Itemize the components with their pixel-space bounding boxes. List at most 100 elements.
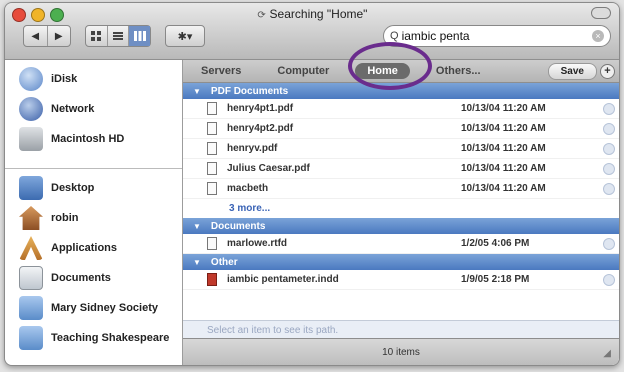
pdf-file-icon	[207, 102, 217, 115]
disclosure-triangle-icon: ▼	[193, 86, 201, 96]
file-date: 10/13/04 11:20 AM	[461, 163, 546, 174]
disclosure-triangle-icon: ▼	[193, 257, 201, 267]
add-criteria-button[interactable]: +	[600, 64, 615, 79]
search-input[interactable]: iambic penta	[402, 29, 470, 43]
idisk-icon	[19, 67, 43, 91]
applications-icon	[19, 236, 43, 260]
toolbar-toggle-button[interactable]	[591, 7, 611, 19]
forward-icon: ▶	[54, 30, 63, 42]
folder-icon	[19, 326, 43, 350]
list-view-icon	[113, 32, 123, 40]
sidebar-item-macintosh-hd[interactable]: Macintosh HD	[5, 124, 182, 154]
disclosure-triangle-icon: ▼	[193, 221, 201, 231]
sidebar-item-label: iDisk	[51, 73, 78, 85]
info-icon[interactable]	[603, 182, 615, 195]
indesign-file-icon	[207, 273, 217, 286]
window-title-wrap: ⟳ Searching "Home"	[5, 7, 619, 21]
file-name: henry4pt1.pdf	[227, 103, 294, 114]
file-date: 10/13/04 11:20 AM	[461, 183, 546, 194]
info-icon[interactable]	[603, 102, 615, 115]
table-row[interactable]: henry4pt2.pdf 10/13/04 11:20 AM	[183, 119, 619, 139]
search-results-pane: Servers Computer Home Others... Save + ▼…	[183, 60, 619, 365]
info-icon[interactable]	[603, 237, 615, 250]
table-row[interactable]: henryv.pdf 10/13/04 11:20 AM	[183, 139, 619, 159]
documents-icon	[19, 266, 43, 290]
scope-computer[interactable]: Computer	[259, 65, 347, 77]
table-row[interactable]: henry4pt1.pdf 10/13/04 11:20 AM	[183, 99, 619, 119]
group-header-other[interactable]: ▼ Other	[183, 254, 619, 270]
progress-spinner-icon: ⟳	[257, 10, 266, 21]
file-name: henryv.pdf	[227, 143, 278, 154]
action-menu-button[interactable]: ✱▾	[165, 25, 205, 47]
sidebar-item-documents[interactable]: Documents	[5, 263, 182, 293]
table-row[interactable]: iambic pentameter.indd 1/9/05 2:18 PM	[183, 270, 619, 290]
pdf-file-icon	[207, 162, 217, 175]
highlight-circle	[348, 42, 432, 90]
save-search-button[interactable]: Save	[547, 63, 597, 80]
group-header-label: PDF Documents	[210, 85, 289, 97]
table-row[interactable]: marlowe.rtfd 1/2/05 4:06 PM	[183, 234, 619, 254]
network-globe-icon	[19, 97, 43, 121]
sidebar: iDisk Network Macintosh HD Desktop robin…	[5, 60, 183, 365]
sidebar-item-teaching-shakespeare[interactable]: Teaching Shakespeare	[5, 323, 182, 353]
home-icon	[19, 206, 43, 230]
desktop-icon	[19, 176, 43, 200]
resize-grip-icon[interactable]: ◢	[603, 348, 611, 359]
icon-view-button[interactable]	[86, 26, 108, 46]
pdf-file-icon	[207, 122, 217, 135]
rtfd-file-icon	[207, 237, 217, 250]
clear-search-icon[interactable]: ×	[592, 30, 604, 42]
sidebar-item-robin[interactable]: robin	[5, 203, 182, 233]
sidebar-item-label: Mary Sidney Society	[51, 302, 158, 314]
pdf-file-icon	[207, 182, 217, 195]
file-name: marlowe.rtfd	[227, 238, 288, 249]
sidebar-item-network[interactable]: Network	[5, 94, 182, 124]
file-name: Julius Caesar.pdf	[227, 163, 310, 174]
icon-view-icon	[91, 31, 102, 41]
show-more-link[interactable]: 3 more...	[183, 199, 619, 218]
sidebar-item-applications[interactable]: Applications	[5, 233, 182, 263]
table-row[interactable]: Julius Caesar.pdf 10/13/04 11:20 AM	[183, 159, 619, 179]
sidebar-item-label: Applications	[51, 242, 118, 254]
sidebar-item-label: Macintosh HD	[51, 133, 125, 145]
search-field[interactable]: Q iambic penta ×	[383, 25, 611, 47]
back-icon: ◀	[31, 30, 40, 42]
pdf-file-icon	[207, 142, 217, 155]
table-row[interactable]: macbeth 10/13/04 11:20 AM	[183, 179, 619, 199]
file-date: 10/13/04 11:20 AM	[461, 103, 546, 114]
file-date: 10/13/04 11:20 AM	[461, 123, 546, 134]
sidebar-item-idisk[interactable]: iDisk	[5, 64, 182, 94]
window-title: Searching "Home"	[269, 7, 368, 21]
sidebar-item-label: Documents	[51, 272, 111, 284]
column-view-icon	[133, 31, 146, 41]
back-button[interactable]: ◀	[24, 26, 48, 46]
info-icon[interactable]	[603, 142, 615, 155]
column-view-button[interactable]	[129, 26, 151, 46]
finder-window: ⟳ Searching "Home" ◀ ▶ ✱▾ Q iambic penta …	[4, 2, 620, 366]
sidebar-item-label: robin	[51, 212, 79, 224]
info-icon[interactable]	[603, 273, 615, 286]
file-date: 1/9/05 2:18 PM	[461, 274, 530, 285]
sidebar-item-label: Network	[51, 103, 95, 115]
hard-drive-icon	[19, 127, 43, 151]
sidebar-item-desktop[interactable]: Desktop	[5, 173, 182, 203]
file-name: iambic pentameter.indd	[227, 274, 339, 285]
sidebar-divider	[5, 168, 182, 169]
list-view-button[interactable]	[108, 26, 130, 46]
sidebar-item-label: Teaching Shakespeare	[51, 332, 170, 344]
group-header-documents[interactable]: ▼ Documents	[183, 218, 619, 234]
info-icon[interactable]	[603, 122, 615, 135]
file-name: henry4pt2.pdf	[227, 123, 294, 134]
item-count: 10 items	[382, 346, 420, 358]
file-date: 1/2/05 4:06 PM	[461, 238, 530, 249]
info-icon[interactable]	[603, 162, 615, 175]
scope-servers[interactable]: Servers	[183, 65, 259, 77]
forward-button[interactable]: ▶	[48, 26, 71, 46]
title-bar: ⟳ Searching "Home" ◀ ▶ ✱▾ Q iambic penta …	[5, 3, 619, 60]
group-header-label: Documents	[210, 220, 266, 232]
search-icon: Q	[390, 30, 399, 42]
sidebar-item-mary-sidney-society[interactable]: Mary Sidney Society	[5, 293, 182, 323]
status-bar: 10 items ◢	[183, 338, 619, 365]
folder-icon	[19, 296, 43, 320]
file-name: macbeth	[227, 183, 269, 194]
